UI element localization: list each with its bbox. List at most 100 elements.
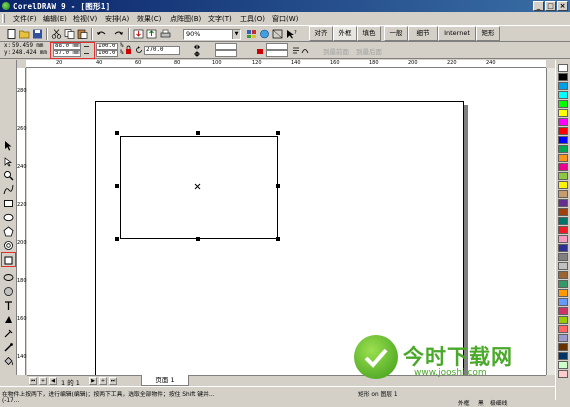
import-icon[interactable] <box>133 29 144 39</box>
scale-width-field[interactable]: 100.0 <box>96 43 118 50</box>
menu-view[interactable]: 检视(V) <box>73 14 97 24</box>
wireframe-icon[interactable] <box>272 29 283 39</box>
palette-swatch[interactable] <box>558 361 568 369</box>
minimize-button[interactable]: _ <box>533 1 544 11</box>
eyedropper-tool-icon[interactable] <box>3 328 14 339</box>
spiral-tool-icon[interactable] <box>3 240 14 251</box>
tab-general[interactable]: 一般 <box>384 26 408 41</box>
palette-swatch[interactable] <box>558 280 568 288</box>
corner-roundness-1[interactable] <box>215 43 237 50</box>
undo-icon[interactable] <box>96 29 107 39</box>
selection-handle[interactable] <box>276 131 280 135</box>
palette-swatch[interactable] <box>558 91 568 99</box>
first-page-button[interactable]: ⏮ <box>29 377 37 385</box>
ellipse-tool-icon[interactable] <box>3 212 14 223</box>
palette-swatch[interactable] <box>558 289 568 297</box>
palette-swatch[interactable] <box>558 100 568 108</box>
mirror-horizontal-icon[interactable] <box>193 44 201 50</box>
palette-swatch[interactable] <box>558 109 568 117</box>
palette-swatch[interactable] <box>558 226 568 234</box>
corner-roundness-3[interactable] <box>266 43 288 50</box>
previous-page-button[interactable]: ◀ <box>49 377 57 385</box>
palette-swatch[interactable] <box>558 307 568 315</box>
tab-detail[interactable]: 细节 <box>408 26 438 41</box>
print-icon[interactable] <box>160 29 171 39</box>
horizontal-ruler[interactable]: 20 40 60 80 100 120 140 160 180 200 220 … <box>26 60 546 68</box>
menu-tools[interactable]: 工具(O) <box>240 14 265 24</box>
palette-swatch[interactable] <box>558 181 568 189</box>
add-page-end-button[interactable]: + <box>99 377 107 385</box>
palette-swatch[interactable] <box>558 127 568 135</box>
rotation-field[interactable]: 270.0 <box>144 46 180 55</box>
selection-handle[interactable] <box>276 237 280 241</box>
palette-swatch[interactable] <box>558 82 568 90</box>
interactive-fill-icon[interactable] <box>3 314 14 325</box>
menu-text[interactable]: 文字(T) <box>208 14 232 24</box>
rectangle-tool-icon[interactable] <box>3 198 14 209</box>
palette-swatch[interactable] <box>558 235 568 243</box>
scale-height-field[interactable]: 100.0 <box>96 50 118 57</box>
palette-swatch[interactable] <box>558 172 568 180</box>
zoom-select[interactable]: 90% ▼ <box>183 29 241 40</box>
x-position-field[interactable]: 59.459 mm <box>12 43 43 50</box>
wrap-text-icon[interactable] <box>292 46 300 55</box>
open-folder-icon[interactable] <box>19 29 30 39</box>
palette-swatch[interactable] <box>558 154 568 162</box>
mirror-vertical-icon[interactable] <box>193 51 201 57</box>
center-marker-icon[interactable] <box>194 183 201 190</box>
palette-swatch[interactable] <box>558 370 568 378</box>
menu-edit[interactable]: 编辑(E) <box>43 14 67 24</box>
last-page-button[interactable]: ⏭ <box>109 377 117 385</box>
palette-swatch[interactable] <box>558 199 568 207</box>
lock-ratio-icon[interactable] <box>125 45 132 55</box>
selection-handle[interactable] <box>115 184 119 188</box>
redo-icon[interactable] <box>113 29 124 39</box>
palette-swatch[interactable] <box>558 118 568 126</box>
corel-online-icon[interactable] <box>259 29 270 39</box>
palette-swatch[interactable] <box>558 316 568 324</box>
close-button[interactable]: × <box>557 1 568 11</box>
palette-swatch[interactable] <box>558 64 568 72</box>
new-file-icon[interactable] <box>6 29 17 39</box>
ellipse-shape-tool-icon[interactable] <box>3 272 14 283</box>
palette-swatch[interactable] <box>558 136 568 144</box>
corner-roundness-2[interactable] <box>215 50 237 57</box>
to-back-button[interactable]: 到最后面 <box>356 46 382 56</box>
corner-roundness-4[interactable] <box>266 50 288 57</box>
ruler-origin[interactable] <box>17 60 26 68</box>
tab-align[interactable]: 对齐 <box>309 26 333 41</box>
palette-swatch[interactable] <box>558 208 568 216</box>
palette-swatch[interactable] <box>558 262 568 270</box>
coreldraw-icon[interactable] <box>2 2 10 10</box>
save-icon[interactable] <box>32 29 43 39</box>
selection-handle[interactable] <box>276 184 280 188</box>
zoom-tool-icon[interactable] <box>3 170 14 181</box>
next-page-button[interactable]: ▶ <box>89 377 97 385</box>
export-icon[interactable] <box>146 29 157 39</box>
palette-swatch[interactable] <box>558 190 568 198</box>
paste-icon[interactable] <box>77 29 88 39</box>
help-icon[interactable]: ? <box>286 29 297 39</box>
maximize-button[interactable]: □ <box>545 1 556 11</box>
menu-bitmaps[interactable]: 点阵图(B) <box>170 14 201 24</box>
cut-icon[interactable] <box>51 29 62 39</box>
tab-outline[interactable]: 外框 <box>333 26 357 41</box>
palette-swatch[interactable] <box>558 334 568 342</box>
graph-paper-tool-icon[interactable] <box>3 286 14 297</box>
outline-tool-icon[interactable] <box>3 342 14 353</box>
tab-internet[interactable]: Internet <box>438 26 476 41</box>
tab-rectangle[interactable]: 矩形 <box>476 26 500 41</box>
menu-effects[interactable]: 效果(C) <box>137 14 161 24</box>
selection-handle[interactable] <box>115 237 119 241</box>
text-tool-icon[interactable] <box>3 300 14 311</box>
application-launcher-icon[interactable] <box>246 29 257 39</box>
palette-swatch[interactable] <box>558 217 568 225</box>
fill-tool-icon[interactable] <box>3 356 14 367</box>
chevron-down-icon[interactable]: ▼ <box>232 30 240 39</box>
vertical-ruler[interactable]: 280 260 240 220 200 180 160 140 <box>17 68 27 375</box>
palette-swatch[interactable] <box>558 163 568 171</box>
palette-swatch[interactable] <box>558 325 568 333</box>
palette-swatch[interactable] <box>558 352 568 360</box>
toolbar-grip[interactable] <box>2 14 5 23</box>
pick-tool-icon[interactable] <box>3 140 14 151</box>
